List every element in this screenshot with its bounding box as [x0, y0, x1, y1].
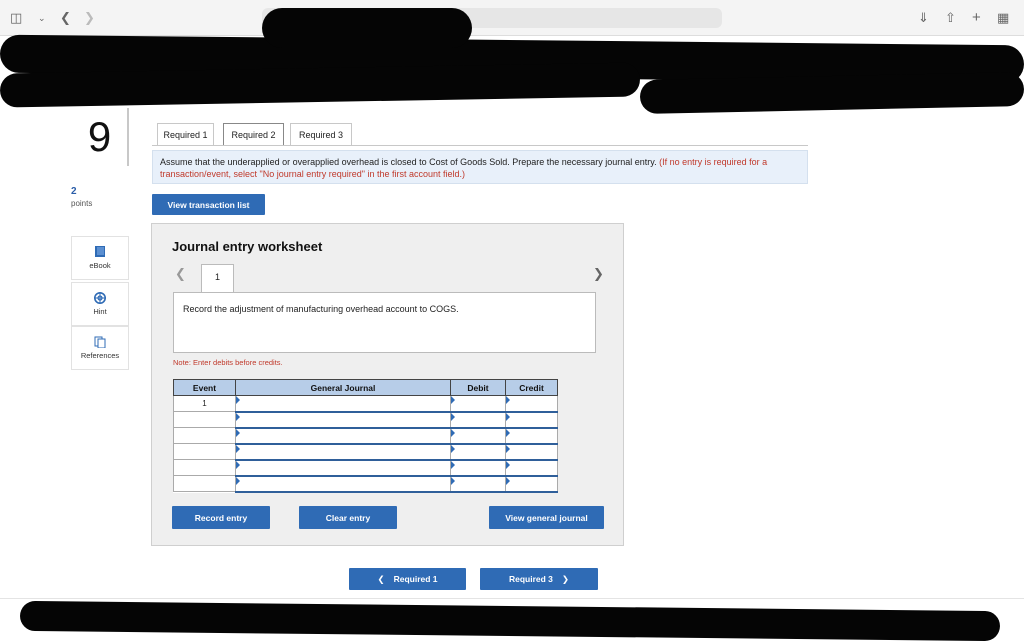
journal-table: Event General Journal Debit Credit 1 [173, 379, 558, 493]
worksheet-description: Record the adjustment of manufacturing o… [173, 292, 596, 353]
credit-input[interactable] [505, 411, 558, 429]
references-button[interactable]: References [71, 326, 129, 370]
event-cell: 1 [173, 395, 236, 412]
clear-entry-button[interactable]: Clear entry [299, 506, 397, 529]
credit-input[interactable] [505, 427, 558, 445]
redaction-mark [639, 71, 1024, 115]
column-header-event: Event [173, 379, 236, 396]
record-entry-button[interactable]: Record entry [172, 506, 270, 529]
sidebar-toggle-icon[interactable]: ◫ [10, 9, 22, 27]
debit-input[interactable] [450, 475, 506, 493]
tab-required-1[interactable]: Required 1 [157, 123, 214, 145]
ebook-label: eBook [89, 261, 111, 270]
points-value: 2 [71, 186, 77, 197]
view-general-journal-button[interactable]: View general journal [489, 506, 604, 529]
chevron-right-icon[interactable]: ❯ [593, 266, 604, 282]
column-header-general-journal: General Journal [235, 379, 451, 396]
event-cell [173, 459, 236, 476]
chevron-left-icon[interactable]: ❮ [175, 266, 186, 282]
prev-required-label: Required 1 [393, 574, 438, 584]
journal-entry-worksheet: Journal entry worksheet ❮ ❯ 1 Record the… [151, 223, 624, 546]
account-input[interactable] [235, 427, 451, 445]
hint-label: Hint [93, 307, 107, 316]
prev-required-button[interactable]: ❮ Required 1 [349, 568, 466, 590]
redaction-mark [262, 8, 472, 48]
tab-divider [152, 145, 808, 146]
credit-input[interactable] [505, 459, 558, 477]
table-row: 1 [173, 395, 558, 413]
column-header-debit: Debit [450, 379, 506, 396]
tab-overview-icon[interactable]: ▦ [997, 9, 1009, 27]
account-input[interactable] [235, 475, 451, 493]
back-arrow-icon[interactable]: ❮ [60, 9, 71, 27]
account-input[interactable] [235, 443, 451, 461]
worksheet-note: Note: Enter debits before credits. [173, 358, 283, 367]
event-cell [173, 411, 236, 428]
worksheet-title: Journal entry worksheet [172, 239, 323, 254]
book-icon [94, 246, 106, 258]
tab-required-3[interactable]: Required 3 [290, 123, 352, 145]
tab-required-2[interactable]: Required 2 [223, 123, 284, 145]
credit-input[interactable] [505, 443, 558, 461]
table-row [173, 459, 558, 477]
points-label: points [71, 199, 93, 208]
ebook-button[interactable]: eBook [71, 236, 129, 280]
references-label: References [80, 351, 120, 360]
account-input[interactable] [235, 459, 451, 477]
event-cell [173, 427, 236, 444]
references-icon [94, 336, 106, 348]
chevron-down-icon[interactable]: ⌄ [38, 9, 46, 27]
new-tab-icon[interactable]: + [972, 9, 981, 27]
event-cell [173, 443, 236, 460]
debit-input[interactable] [450, 427, 506, 445]
column-header-credit: Credit [505, 379, 558, 396]
worksheet-description-text: Record the adjustment of manufacturing o… [183, 304, 459, 314]
table-row [173, 411, 558, 429]
debit-input[interactable] [450, 443, 506, 461]
debit-input[interactable] [450, 395, 506, 413]
instructions-text: Assume that the underapplied or overappl… [160, 157, 657, 167]
debit-input[interactable] [450, 459, 506, 477]
instructions-box: Assume that the underapplied or overappl… [152, 150, 808, 184]
table-row [173, 443, 558, 461]
forward-arrow-icon[interactable]: ❯ [84, 9, 95, 27]
next-required-label: Required 3 [508, 574, 553, 584]
download-icon[interactable]: ⇓ [918, 9, 929, 27]
credit-input[interactable] [505, 395, 558, 413]
hint-icon [94, 292, 106, 304]
debit-input[interactable] [450, 411, 506, 429]
table-row [173, 427, 558, 445]
next-required-button[interactable]: Required 3 ❯ [480, 568, 598, 590]
share-icon[interactable]: ⇧ [945, 9, 956, 27]
credit-input[interactable] [505, 475, 558, 493]
browser-toolbar: ◫ ⌄ ❮ ❯ ⇓ ⇧ + ▦ [0, 0, 1024, 36]
question-number: 9 [72, 108, 129, 166]
redaction-mark [19, 600, 1001, 641]
account-input[interactable] [235, 395, 451, 413]
footer-divider [0, 598, 1024, 599]
account-input[interactable] [235, 411, 451, 429]
hint-button[interactable]: Hint [71, 282, 129, 326]
chevron-right-icon: ❯ [561, 573, 570, 584]
table-row [173, 475, 558, 493]
event-cell [173, 475, 236, 492]
view-transaction-list-button[interactable]: View transaction list [152, 194, 265, 215]
worksheet-page-tab[interactable]: 1 [201, 264, 234, 292]
chevron-left-icon: ❮ [377, 573, 385, 584]
